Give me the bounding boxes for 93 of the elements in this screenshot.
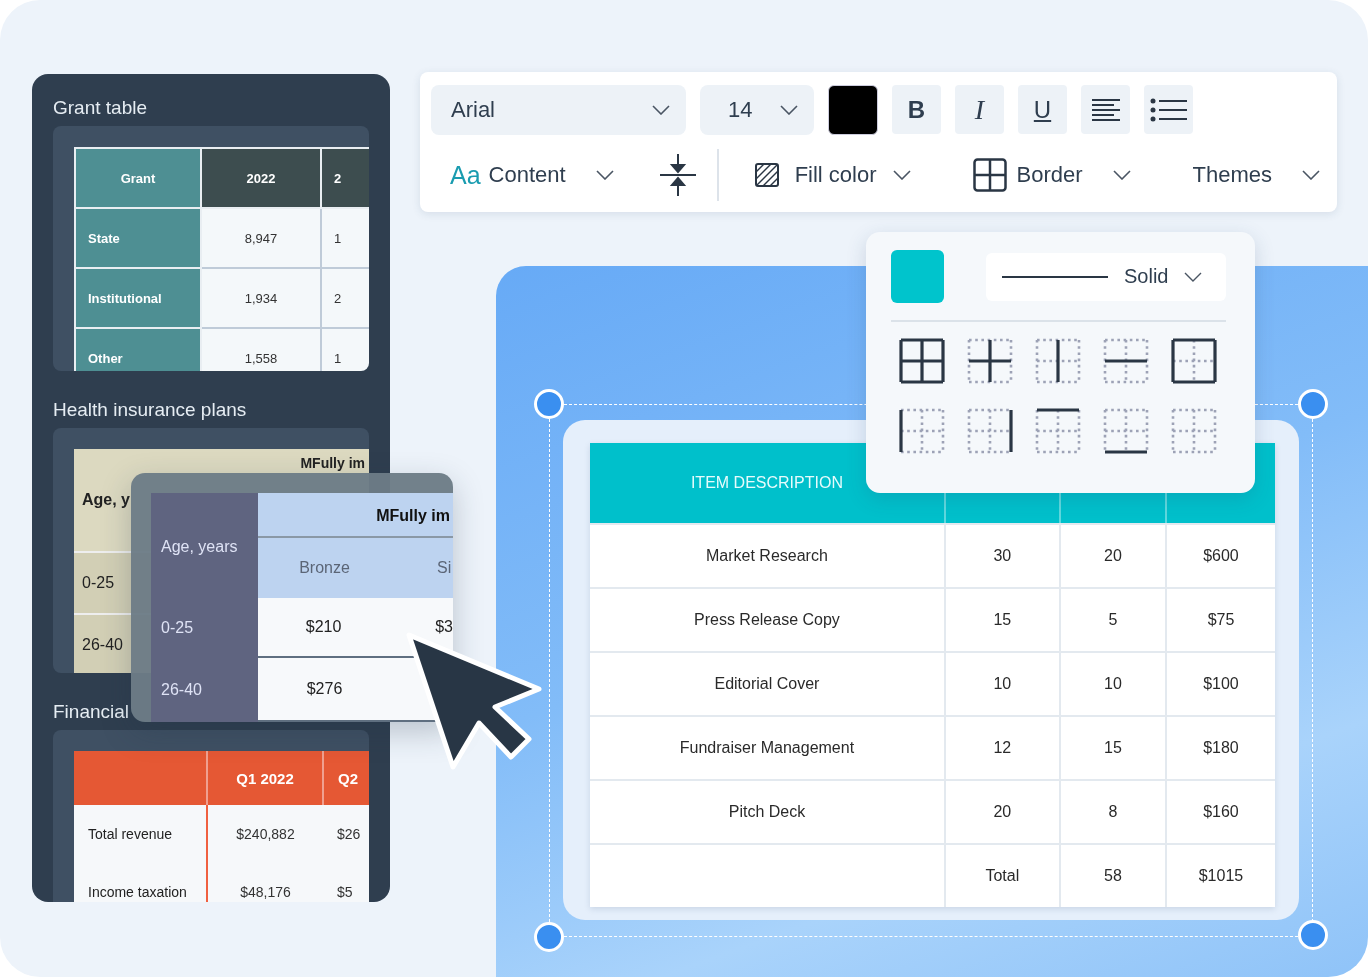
table-cell: Other (75, 328, 201, 371)
table-cell: 58 (1060, 845, 1167, 907)
font-size-dropdown[interactable]: 14 (700, 85, 814, 135)
bullet-list-icon (1149, 97, 1188, 122)
table-cell-text: $210 (304, 618, 343, 636)
table-cell: Income taxation (74, 863, 207, 902)
table-cell: 0-25 (151, 598, 258, 658)
bold-button[interactable]: B (892, 85, 941, 134)
table-cell: 12 (945, 717, 1061, 779)
table-cell: 10 (1060, 653, 1167, 715)
table-cell: 1 (321, 208, 369, 268)
table-cell-text: $100 (1202, 674, 1240, 694)
table-cell: $240,882 (207, 805, 323, 863)
fill-color-dropdown[interactable]: Fill color (754, 162, 911, 188)
table-header-cell: Grant (75, 148, 201, 208)
list-button[interactable] (1144, 85, 1193, 134)
table-cell: $48,176 (207, 863, 323, 902)
table-cell: Market Research (590, 525, 946, 587)
section-title: Financial (53, 700, 131, 724)
font-dropdown[interactable]: Arial (431, 85, 686, 135)
border-option-icon[interactable] (1102, 337, 1150, 385)
border-option-icon[interactable] (1034, 407, 1082, 455)
border-option-icon[interactable] (1034, 337, 1082, 385)
table-cell-text: $3 (434, 618, 453, 636)
table-cell: 5 (1060, 589, 1167, 651)
table-cell: Fundraiser Management (590, 717, 946, 779)
chevron-icon (1184, 271, 1203, 282)
grid-icon (972, 158, 1007, 192)
table-cell-text: $75 (1206, 610, 1236, 630)
chevron-icon (892, 170, 911, 180)
chevron-icon (1112, 170, 1131, 180)
hatch-icon (754, 163, 779, 187)
table-cell: State (75, 208, 201, 268)
solid-line-icon (1002, 274, 1108, 279)
chevron-icon (595, 170, 614, 180)
table-cell: 15 (1060, 717, 1167, 779)
section-title: Health insurance plans (53, 398, 248, 422)
border-option-icon[interactable] (1102, 407, 1150, 455)
align-left-icon (1090, 97, 1121, 122)
align-button[interactable] (1081, 85, 1130, 134)
chevron-icon (652, 105, 670, 115)
chevron-icon (780, 105, 798, 115)
table-cell: Press Release Copy (590, 589, 946, 651)
border-option-icon[interactable] (966, 407, 1014, 455)
table-cell: Total (945, 845, 1061, 907)
italic-button[interactable]: I (955, 85, 1004, 134)
font-icon: Aa (450, 160, 481, 190)
table-cell: 1 (321, 328, 369, 371)
underline-button[interactable]: U (1018, 85, 1067, 134)
spacing-button[interactable] (658, 153, 697, 197)
border-option-icon[interactable] (898, 407, 946, 455)
table-cell-text: $180 (1202, 738, 1240, 758)
table-header-cell-text: Si (436, 559, 452, 577)
table-cell: Editorial Cover (590, 653, 946, 715)
section-title: Grant table (53, 96, 148, 120)
table-header-cell: MFully im (258, 493, 453, 538)
border-dropdown[interactable]: Border (972, 158, 1131, 192)
table-header-cell: 2022 (201, 148, 321, 208)
line-style-dropdown[interactable]: Solid (986, 252, 1226, 301)
content-dropdown[interactable]: Aa Content (450, 160, 614, 190)
table-header-cell: Q1 2022 (207, 751, 323, 805)
table-cell: $5 (323, 863, 369, 902)
table-cell-text: $600 (1202, 546, 1240, 566)
table-cell: $26 (323, 805, 369, 863)
table-cell: 20 (1060, 525, 1167, 587)
table-cell: 1,934 (201, 268, 321, 328)
table-header-cell-text: Bronze (298, 559, 351, 577)
themes-dropdown[interactable]: Themes (1192, 162, 1321, 188)
table-cell: 1,558 (201, 328, 321, 371)
table-cell-text: $1015 (1197, 866, 1245, 886)
table-cell: 8 (1060, 781, 1167, 843)
table-cell: 8,947 (201, 208, 321, 268)
table-cell: Total revenue (74, 805, 207, 863)
table-cell: 10 (945, 653, 1061, 715)
table-cell: Pitch Deck (590, 781, 946, 843)
border-color-swatch[interactable] (891, 250, 944, 303)
table-header-cell: Q2 (323, 751, 369, 805)
border-option-icon[interactable] (1170, 337, 1218, 385)
table-cell-text: $160 (1202, 802, 1240, 822)
table-cell-text: $276 (305, 680, 344, 698)
compress-icon (658, 153, 697, 197)
table-cell: 30 (945, 525, 1061, 587)
text-color-swatch[interactable] (828, 85, 878, 135)
chevron-icon (1302, 170, 1321, 180)
table-header-cell: 2 (321, 148, 369, 208)
border-option-icon[interactable] (898, 337, 946, 385)
table-header-cell: Age, years (151, 493, 258, 598)
table-cell: Institutional (75, 268, 201, 328)
table-cell: 15 (945, 589, 1061, 651)
table-cell: 26-40 (151, 658, 258, 722)
table-cell: 2 (321, 268, 369, 328)
border-option-icon[interactable] (966, 337, 1014, 385)
table-cell: 20 (945, 781, 1061, 843)
